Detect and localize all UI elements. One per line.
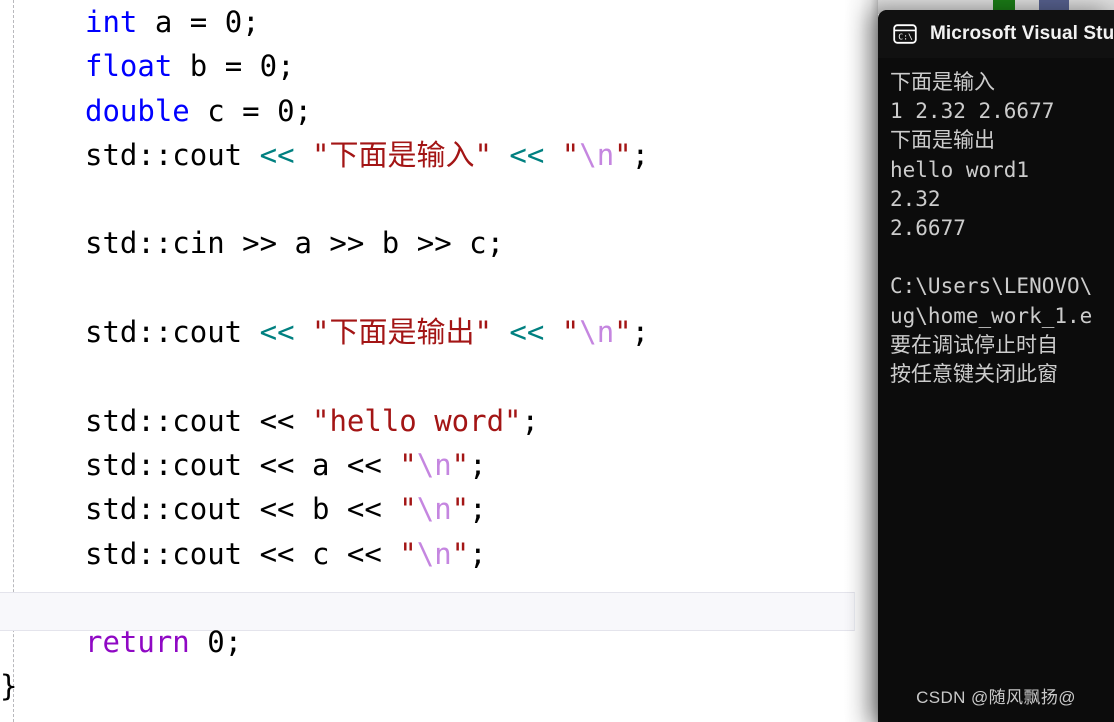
code-token: " bbox=[451, 492, 470, 527]
code-token: \n bbox=[579, 137, 615, 172]
console-output-line: 2.32 bbox=[890, 186, 941, 211]
code-line[interactable] bbox=[0, 576, 878, 620]
console-output-line: C:\Users\LENOVO\ bbox=[890, 274, 1093, 299]
code-token: ; bbox=[631, 315, 650, 350]
code-line[interactable]: } bbox=[0, 664, 878, 708]
code-token: " bbox=[561, 137, 580, 172]
code-token: ; bbox=[469, 447, 487, 482]
console-output-line: 下面是输入 bbox=[890, 70, 995, 94]
console-output-line: 1 2.32 2.6677 bbox=[890, 99, 1055, 124]
console-output-line: hello word1 bbox=[890, 157, 1030, 182]
code-token: \n bbox=[416, 447, 452, 482]
code-line[interactable]: std::cin >> a >> b >> c; bbox=[0, 221, 878, 265]
code-token: int bbox=[85, 5, 138, 39]
code-line[interactable]: return 0; bbox=[0, 620, 878, 664]
code-token: " bbox=[399, 447, 417, 482]
code-token: " bbox=[399, 492, 417, 527]
code-token: b = 0; bbox=[172, 49, 295, 84]
console-window-title: Microsoft Visual Stu bbox=[930, 23, 1114, 44]
svg-text:C:\: C:\ bbox=[898, 31, 913, 41]
code-editor-pane[interactable]: int a = 0; float b = 0; double c = 0; std::… bbox=[0, 0, 878, 722]
code-line[interactable] bbox=[0, 354, 878, 398]
code-token: std::cout << b << bbox=[85, 492, 400, 527]
code-line[interactable]: std::cout << a << "\n"; bbox=[0, 443, 878, 487]
code-line[interactable] bbox=[0, 266, 878, 310]
code-token: " bbox=[399, 536, 417, 571]
code-token: ; bbox=[521, 403, 539, 438]
code-token: "下面是输入" bbox=[312, 137, 492, 172]
console-output-line: 按任意键关闭此窗 bbox=[890, 361, 1058, 386]
code-token: std::cin >> a >> b >> c; bbox=[85, 226, 505, 261]
code-token: \n bbox=[579, 315, 615, 350]
code-line[interactable]: std::cout << "hello word"; bbox=[0, 399, 878, 443]
console-output-line: ug\home_work_1.e bbox=[890, 303, 1093, 328]
code-token: \n bbox=[416, 492, 452, 527]
code-token: std::cout << c << bbox=[85, 536, 400, 571]
code-token: a = 0; bbox=[137, 5, 260, 39]
code-token: float bbox=[85, 49, 173, 84]
code-token: << bbox=[509, 315, 545, 350]
code-token: "hello word" bbox=[311, 403, 522, 438]
code-line[interactable]: float b = 0; bbox=[0, 44, 878, 88]
code-line[interactable]: std::cout << "下面是输出" << "\n"; bbox=[0, 310, 878, 354]
code-token: ; bbox=[631, 137, 650, 172]
code-token: << bbox=[259, 315, 295, 350]
code-line[interactable]: std::cout << c << "\n"; bbox=[0, 532, 878, 576]
console-output: 下面是输入 1 2.32 2.6677 下面是输出 hello word1 2.32 2.… bbox=[878, 58, 1114, 722]
code-token: 0; bbox=[189, 625, 243, 660]
code-text[interactable]: int a = 0; float b = 0; double c = 0; std::… bbox=[0, 0, 878, 709]
code-line[interactable]: double c = 0; bbox=[0, 89, 878, 133]
code-token: std::cout bbox=[85, 315, 260, 350]
code-token: ; bbox=[469, 492, 487, 527]
console-output-line: 2.6677 bbox=[890, 215, 966, 240]
code-line[interactable] bbox=[0, 177, 878, 221]
code-token: c = 0; bbox=[189, 93, 312, 128]
code-token: \n bbox=[416, 536, 452, 571]
screenshot-root: int a = 0; float b = 0; double c = 0; std::… bbox=[0, 0, 1114, 722]
code-token: return bbox=[85, 625, 190, 660]
code-token: << bbox=[259, 137, 295, 172]
code-token: << bbox=[509, 137, 545, 172]
code-token: std::cout << a << bbox=[85, 447, 400, 482]
code-token: } bbox=[0, 669, 18, 704]
console-titlebar[interactable]: C:\ Microsoft Visual Stu bbox=[878, 10, 1114, 58]
code-line[interactable]: std::cout << b << "\n"; bbox=[0, 487, 878, 531]
console-output-line: 下面是输出 bbox=[890, 128, 995, 153]
code-line[interactable]: std::cout << "下面是输入" << "\n"; bbox=[0, 133, 878, 177]
code-token: "下面是输出" bbox=[312, 315, 492, 350]
console-window[interactable]: C:\ Microsoft Visual Stu 下面是输入 1 2.32 2.6… bbox=[878, 10, 1114, 722]
code-token: ; bbox=[469, 536, 487, 571]
code-token: " bbox=[451, 447, 470, 482]
code-token: std::cout << bbox=[85, 403, 312, 438]
code-token: " bbox=[614, 315, 632, 350]
code-token: std::cout bbox=[85, 137, 260, 172]
code-line[interactable]: int a = 0; bbox=[0, 0, 878, 44]
code-token: " bbox=[561, 315, 580, 350]
code-token: " bbox=[451, 536, 470, 571]
code-token: " bbox=[614, 137, 632, 172]
console-output-line: 要在调试停止时自 bbox=[890, 332, 1058, 357]
code-token: double bbox=[85, 93, 190, 128]
console-cmd-icon: C:\ bbox=[893, 24, 917, 44]
